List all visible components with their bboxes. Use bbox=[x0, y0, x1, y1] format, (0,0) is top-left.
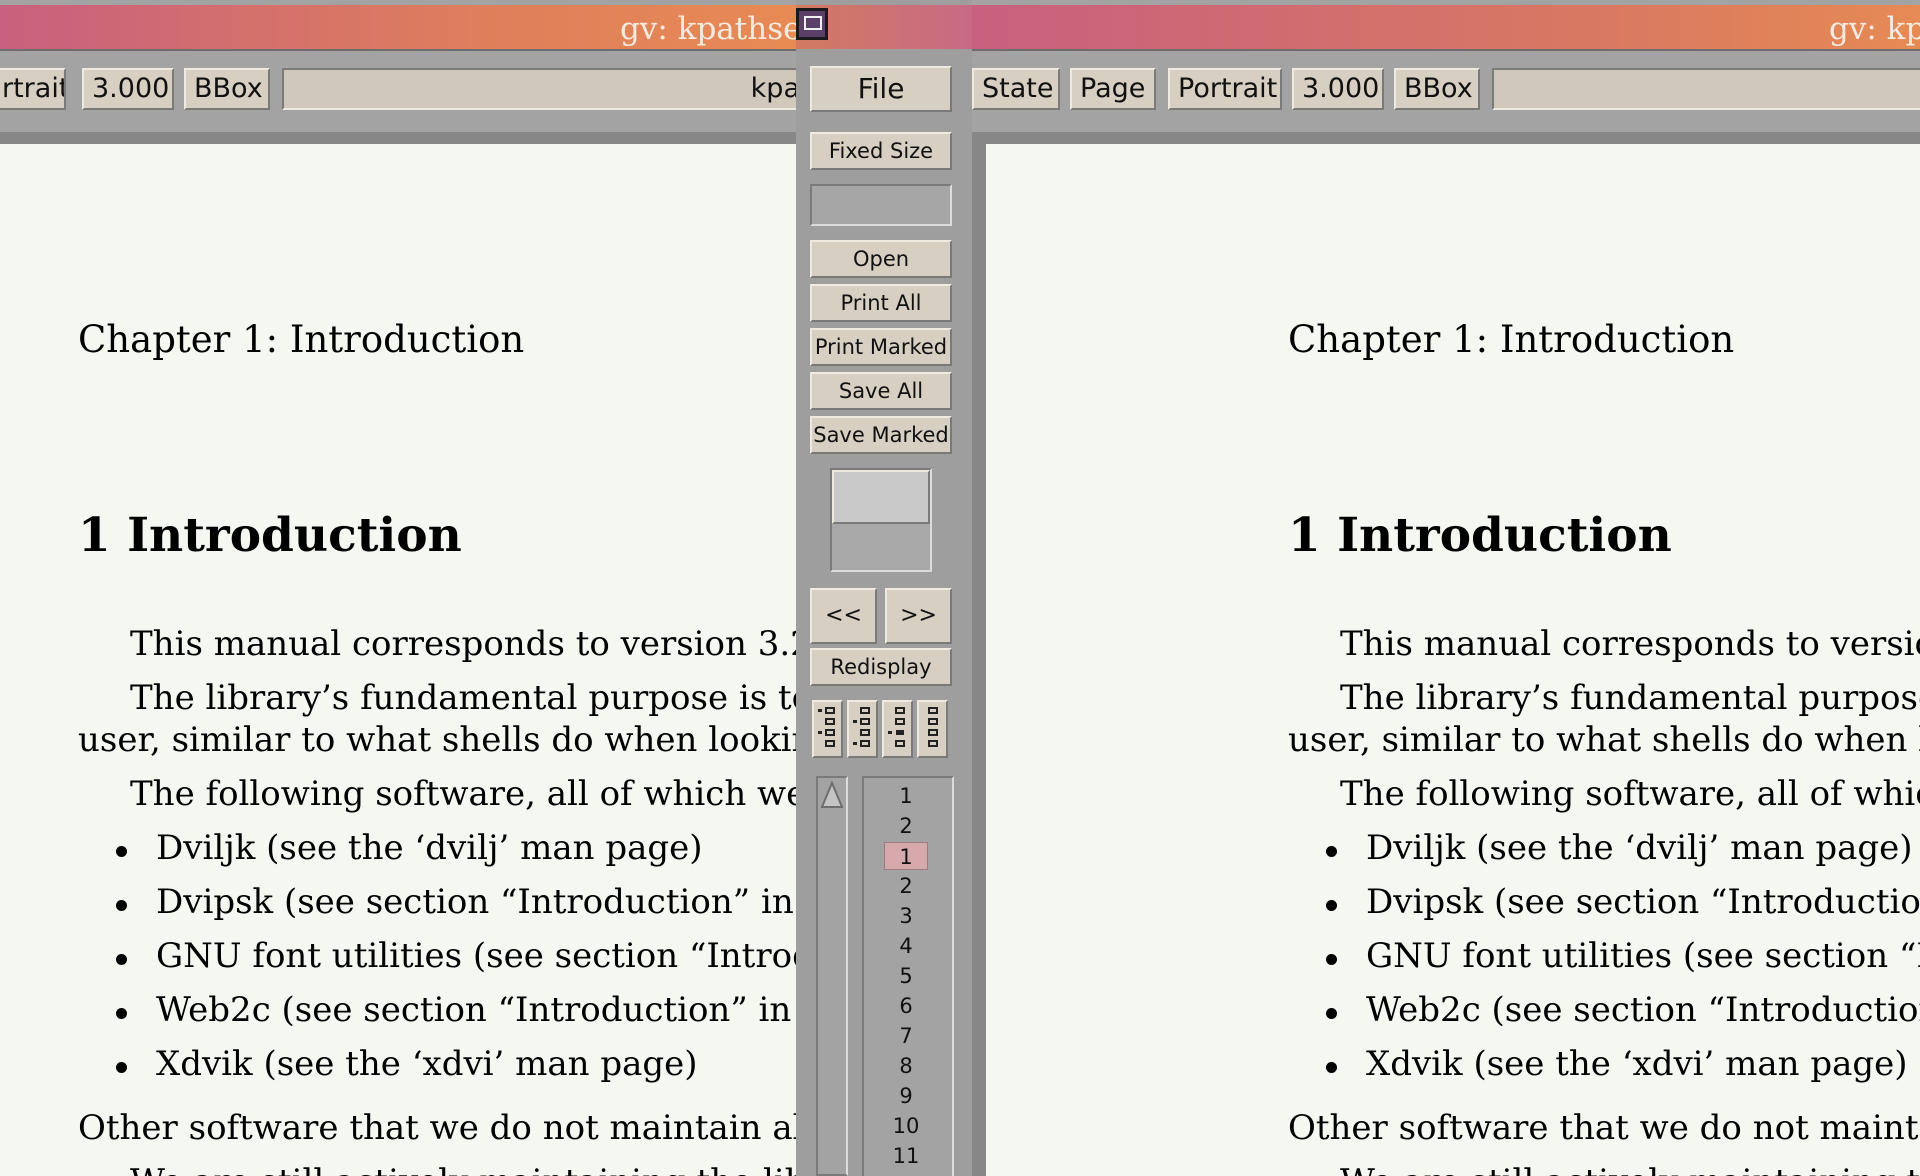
chapter-header: Chapter 1: Introduction bbox=[78, 318, 525, 361]
print-all-button[interactable]: Print All bbox=[810, 284, 952, 322]
page-list-item[interactable]: 2 bbox=[884, 872, 928, 900]
page-list-item[interactable]: 7 bbox=[884, 1022, 928, 1050]
right-window-title: gv: kp bbox=[1829, 11, 1920, 47]
page-list-item[interactable]: 11 bbox=[884, 1142, 928, 1170]
paragraph-line: This manual corresponds to version 3 bbox=[1340, 624, 1920, 664]
open-button[interactable]: Open bbox=[810, 240, 952, 278]
bullet-item: GNU font utilities (see section “Introdu… bbox=[116, 936, 796, 976]
right-toolbar: State Page Portrait 3.000 BBox bbox=[972, 60, 1920, 120]
orientation-menu-button[interactable]: Portrait bbox=[1168, 68, 1282, 110]
size-field[interactable] bbox=[810, 184, 952, 226]
page-menu-button[interactable]: Page bbox=[1070, 68, 1156, 110]
bullet-item: Dvipsk (see section “Introduction” bbox=[1325, 882, 1920, 922]
paragraph-line: user, similar to what shells do when loo… bbox=[78, 720, 796, 760]
paragraph-line: The following software, all of which we … bbox=[130, 774, 796, 814]
mark-even-pages-icon[interactable] bbox=[847, 700, 878, 758]
right-document-view[interactable]: Chapter 1: Introduction 1 Introduction T… bbox=[972, 132, 1920, 1176]
left-title-bar[interactable]: gv: kpathse bbox=[0, 5, 796, 51]
paragraph-line: The following software, all of which bbox=[1340, 774, 1920, 814]
left-window-title: gv: kpathse bbox=[620, 11, 796, 47]
paragraph-line: Other software that we do not maintain a… bbox=[78, 1108, 796, 1148]
save-marked-button[interactable]: Save Marked bbox=[810, 416, 952, 454]
page-list-scrollbar[interactable] bbox=[816, 776, 848, 1176]
bbox-button[interactable]: BBox bbox=[184, 68, 270, 110]
chapter-header: Chapter 1: Introduction bbox=[1288, 318, 1735, 361]
right-gv-window: gv: kp State Page Portrait 3.000 BBox Ch… bbox=[972, 0, 1920, 1176]
paragraph-line: The library’s fundamental purpose is bbox=[1340, 678, 1920, 718]
scale-button[interactable]: 3.000 bbox=[82, 68, 174, 110]
bullet-item: Xdvik (see the ‘xdvi’ man page) bbox=[1326, 1044, 1908, 1084]
previous-page-button[interactable]: << bbox=[810, 588, 877, 644]
bullet-item: Web2c (see section “Introduction” in We bbox=[115, 990, 796, 1030]
paragraph-line: Other software that we do not maintain a bbox=[1288, 1108, 1920, 1148]
left-document-view[interactable]: Chapter 1: Introduction 1 Introduction T… bbox=[0, 132, 796, 1176]
page-list-item[interactable]: 5 bbox=[884, 962, 928, 990]
page-list-item[interactable]: 1 bbox=[884, 782, 928, 810]
mark-current-page-icon[interactable] bbox=[882, 700, 913, 758]
section-heading: 1 Introduction bbox=[78, 508, 462, 563]
scroll-up-arrow-icon[interactable] bbox=[820, 780, 844, 810]
paragraph-line: We are still actively maintaining the bbox=[1340, 1162, 1920, 1176]
page-list-item[interactable]: 2 bbox=[884, 812, 928, 840]
paragraph-line: The library’s fundamental purpose is to … bbox=[130, 678, 796, 718]
next-page-button[interactable]: >> bbox=[885, 588, 952, 644]
page-list[interactable]: 1 2 1 2 3 4 5 6 7 8 9 10 11 bbox=[862, 776, 954, 1176]
page-list-item[interactable]: 4 bbox=[884, 932, 928, 960]
print-marked-button[interactable]: Print Marked bbox=[810, 328, 952, 366]
paragraph-line: We are still actively maintaining the li… bbox=[130, 1162, 796, 1176]
bullet-item: Dviljk (see the ‘dvilj’ man page) bbox=[116, 828, 703, 868]
orientation-button[interactable]: rtrait bbox=[0, 68, 66, 110]
state-menu-button[interactable]: State bbox=[972, 68, 1060, 110]
scale-menu-button[interactable]: 3.000 bbox=[1292, 68, 1384, 110]
bullet-item: Xdvik (see the ‘xdvi’ man page) bbox=[116, 1044, 698, 1084]
unmark-all-pages-icon[interactable] bbox=[917, 700, 948, 758]
page-list-item[interactable]: 3 bbox=[884, 902, 928, 930]
gv-control-panel: File Fixed Size Open Print All Print Mar… bbox=[796, 0, 972, 1176]
filename-field: kpa bbox=[282, 68, 796, 110]
section-heading: 1 Introduction bbox=[1288, 508, 1672, 563]
page-list-item-current[interactable]: 1 bbox=[884, 842, 928, 870]
fixed-size-button[interactable]: Fixed Size bbox=[810, 132, 952, 170]
filename-field bbox=[1492, 68, 1920, 110]
bullet-item: GNU font utilities (see section “Int bbox=[1325, 936, 1920, 976]
bbox-menu-button[interactable]: BBox bbox=[1394, 68, 1480, 110]
page-list-item[interactable]: 8 bbox=[884, 1052, 928, 1080]
window-icon[interactable] bbox=[796, 8, 828, 40]
redisplay-button[interactable]: Redisplay bbox=[810, 648, 952, 686]
bullet-item: Web2c (see section “Introduction” bbox=[1326, 990, 1920, 1030]
bullet-item: Dviljk (see the ‘dvilj’ man page) bbox=[1326, 828, 1913, 868]
paragraph-line: This manual corresponds to version 3.2 o… bbox=[130, 624, 796, 664]
page-list-item[interactable]: 10 bbox=[884, 1112, 928, 1140]
save-all-button[interactable]: Save All bbox=[810, 372, 952, 410]
panner-viewport[interactable] bbox=[832, 470, 930, 524]
page-list-item[interactable]: 9 bbox=[884, 1082, 928, 1110]
bullet-item: Dvipsk (see section “Introduction” in Dv bbox=[116, 882, 796, 922]
paragraph-line: user, similar to what shells do when loo… bbox=[1288, 720, 1920, 760]
left-toolbar: rtrait 3.000 BBox kpa bbox=[0, 60, 796, 120]
right-title-bar[interactable]: gv: kp bbox=[972, 5, 1920, 51]
page-panner[interactable] bbox=[830, 468, 932, 572]
filename-text: kpa bbox=[750, 73, 796, 104]
file-menu-button[interactable]: File bbox=[810, 66, 952, 112]
page-list-item[interactable]: 6 bbox=[884, 992, 928, 1020]
left-gv-window: gv: kpathse rtrait 3.000 BBox kpa Chapte… bbox=[0, 0, 796, 1176]
mark-odd-pages-icon[interactable] bbox=[812, 700, 843, 758]
